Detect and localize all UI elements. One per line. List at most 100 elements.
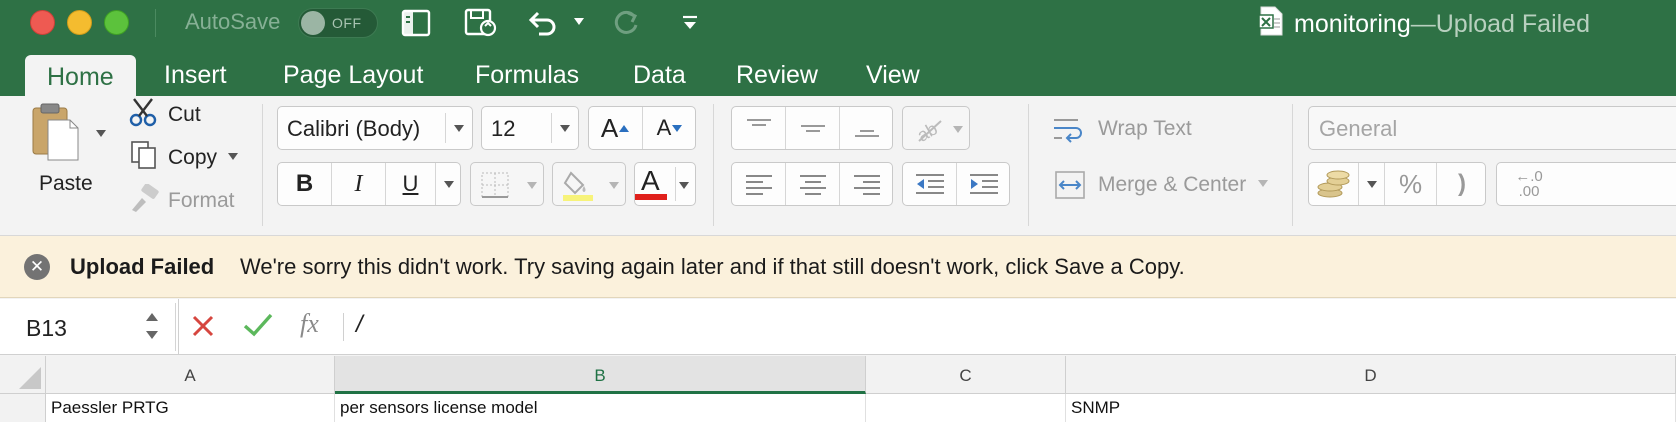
decrease-indent-button[interactable] <box>903 163 957 205</box>
cell-d[interactable]: SNMP <box>1066 394 1676 422</box>
merge-dropdown-icon[interactable] <box>1258 180 1268 187</box>
orientation-button[interactable]: ab <box>902 106 970 150</box>
titlebar-divider <box>155 9 156 37</box>
undo-dropdown-icon[interactable] <box>574 18 584 25</box>
wrap-text-icon[interactable] <box>1052 116 1088 144</box>
format-painter-icon[interactable] <box>128 183 160 214</box>
undo-icon[interactable] <box>526 6 560 40</box>
cut-label[interactable]: Cut <box>168 103 201 127</box>
increase-decimal-top: ←.0 <box>1515 168 1543 185</box>
tab-review[interactable]: Review <box>736 55 818 96</box>
name-box[interactable]: B13 <box>8 303 176 351</box>
column-header-a[interactable]: A <box>46 356 335 394</box>
message-text: We're sorry this didn't work. Try saving… <box>240 254 1185 279</box>
formula-divider <box>343 313 344 341</box>
fill-color-button[interactable] <box>552 162 626 206</box>
tab-view[interactable]: View <box>866 55 920 96</box>
accounting-dropdown[interactable] <box>1359 163 1385 205</box>
increase-indent-icon <box>970 174 998 194</box>
confirm-entry-icon[interactable] <box>242 311 274 339</box>
row-header[interactable] <box>0 394 46 422</box>
wrap-text-label[interactable]: Wrap Text <box>1098 117 1192 141</box>
paste-dropdown-icon[interactable] <box>96 130 106 137</box>
select-all-corner[interactable] <box>0 356 46 394</box>
cell-c[interactable] <box>866 394 1066 422</box>
shrink-font-button[interactable]: A <box>643 107 697 149</box>
save-sync-icon[interactable] <box>462 6 500 40</box>
font-name-value: Calibri (Body) <box>287 116 421 141</box>
title-status: Upload Failed <box>1435 9 1590 38</box>
insert-function-icon[interactable]: fx <box>300 309 319 339</box>
sidebar-icon[interactable] <box>398 6 434 40</box>
bold-button[interactable]: B <box>278 163 332 205</box>
font-name-select[interactable]: Calibri (Body) <box>277 106 473 150</box>
copy-label[interactable]: Copy <box>168 146 217 170</box>
percent-style-button[interactable]: % <box>1385 163 1437 205</box>
decrease-indent-icon <box>915 174 944 194</box>
align-middle-icon <box>800 125 825 132</box>
number-format-select[interactable]: General <box>1308 106 1676 150</box>
paste-icon[interactable] <box>30 102 90 162</box>
excel-document-icon <box>1258 6 1284 43</box>
select-divider <box>675 167 676 201</box>
text-orientation-icon: ab <box>915 118 942 143</box>
column-header-c[interactable]: C <box>866 356 1066 394</box>
borders-button[interactable] <box>470 162 544 206</box>
cancel-entry-icon[interactable] <box>190 313 216 339</box>
column-header-d[interactable]: D <box>1066 356 1676 394</box>
autosave-toggle[interactable]: OFF <box>298 8 378 38</box>
underline-button[interactable]: U <box>386 163 436 205</box>
minimize-window-button[interactable] <box>67 10 92 35</box>
copy-icon[interactable] <box>130 140 158 170</box>
align-top-button[interactable] <box>732 107 786 149</box>
align-left-icon <box>745 175 772 195</box>
cell-a[interactable]: Paessler PRTG <box>46 394 335 422</box>
name-box-stepper-icon[interactable] <box>144 309 160 345</box>
customize-toolbar-icon[interactable] <box>678 6 702 40</box>
redo-icon[interactable] <box>612 6 642 40</box>
tab-data[interactable]: Data <box>633 55 686 96</box>
copy-dropdown-icon[interactable] <box>228 153 238 160</box>
column-header-b[interactable]: B <box>335 356 866 394</box>
increase-indent-button[interactable] <box>957 163 1011 205</box>
italic-button[interactable]: I <box>332 163 386 205</box>
tab-home[interactable]: Home <box>25 55 136 96</box>
font-style-buttons: B I U <box>277 162 461 206</box>
accounting-format-button[interactable] <box>1309 163 1359 205</box>
align-center-button[interactable] <box>786 163 840 205</box>
error-icon[interactable]: ✕ <box>24 254 50 280</box>
merge-center-label[interactable]: Merge & Center <box>1098 173 1246 197</box>
font-color-swatch <box>635 194 667 200</box>
align-middle-button[interactable] <box>786 107 840 149</box>
scissors-icon[interactable] <box>128 96 160 130</box>
tab-page-layout[interactable]: Page Layout <box>283 55 423 96</box>
vertical-align-buttons <box>731 106 893 150</box>
align-bottom-button[interactable] <box>840 107 894 149</box>
grow-font-button[interactable]: A <box>589 107 643 149</box>
cell-b[interactable]: per sensors license model <box>335 394 866 422</box>
tab-formulas[interactable]: Formulas <box>475 55 579 96</box>
align-left-button[interactable] <box>732 163 786 205</box>
underline-dropdown[interactable] <box>436 163 462 205</box>
number-format-value: General <box>1319 116 1398 141</box>
chevron-down-icon <box>609 182 619 189</box>
grow-font-glyph: A <box>600 112 619 143</box>
message-title: Upload Failed <box>70 254 215 279</box>
paste-label[interactable]: Paste <box>39 172 93 196</box>
format-label[interactable]: Format <box>168 189 235 213</box>
align-right-button[interactable] <box>840 163 894 205</box>
formula-content[interactable]: / <box>356 311 363 339</box>
document-name: monitoring <box>1294 9 1411 38</box>
increase-decimal-button[interactable]: ←.0 .00 <box>1497 163 1561 205</box>
close-window-button[interactable] <box>30 10 55 35</box>
font-size-select[interactable]: 12 <box>481 106 579 150</box>
font-color-button[interactable]: A <box>634 162 696 206</box>
comma-style-button[interactable]: ) <box>1437 163 1487 205</box>
zoom-window-button[interactable] <box>104 10 129 35</box>
chevron-down-icon <box>1366 180 1377 188</box>
paint-bucket-icon <box>563 171 593 201</box>
tab-insert[interactable]: Insert <box>164 55 227 96</box>
font-size-value: 12 <box>491 116 516 141</box>
merge-center-icon[interactable] <box>1054 170 1086 200</box>
chevron-down-icon <box>953 126 963 133</box>
